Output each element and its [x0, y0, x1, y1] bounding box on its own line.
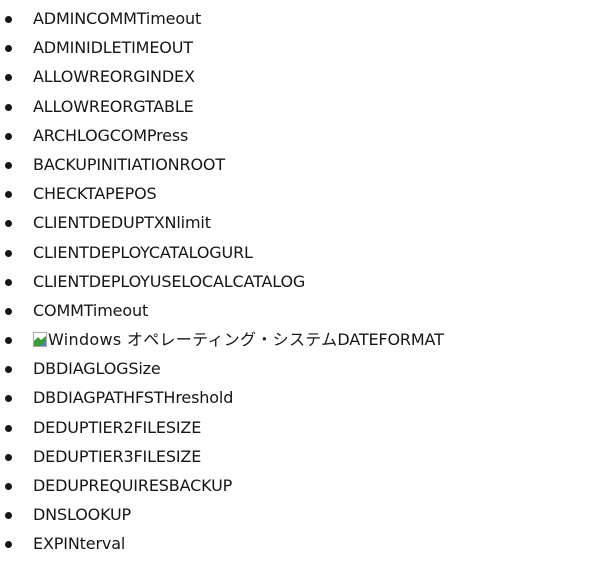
bullet-icon — [5, 132, 12, 140]
bullet-icon — [5, 307, 12, 315]
list-item-allowreorgtable: ALLOWREORGTABLE — [0, 92, 444, 121]
bullet-icon — [5, 74, 12, 82]
list-item-dateformat: Windows オペレーティング・システムDATEFORMAT — [0, 325, 444, 354]
list-item-admincommtimeout: ADMINCOMMTimeout — [0, 4, 444, 33]
bullet-icon — [5, 453, 12, 461]
bullet-icon — [5, 541, 12, 549]
list-item-backupinitiationroot: BACKUPINITIATIONROOT — [0, 150, 444, 179]
bullet-icon — [5, 220, 12, 228]
bullet-icon — [5, 395, 12, 403]
list-item-dnslookup: DNSLOOKUP — [0, 500, 444, 529]
list-item-archlogcompress: ARCHLOGCOMPress — [0, 121, 444, 150]
list-item-clientdeduptxnlimit: CLIENTDEDUPTXNlimit — [0, 208, 444, 237]
bullet-icon — [5, 249, 12, 257]
option-label-dateformat: DATEFORMAT — [337, 330, 444, 350]
list-item-deduptier3filesize: DEDUPTIER3FILESIZE — [0, 442, 444, 471]
option-link-checktapepos[interactable]: CHECKTAPEPOS — [33, 184, 157, 203]
list-item-clientdeploycatalogurl: CLIENTDEPLOYCATALOGURL — [0, 238, 444, 267]
list-item-deduprequiresbackup: DEDUPREQUIRESBACKUP — [0, 471, 444, 500]
option-link-clientdeduptxnlimit[interactable]: CLIENTDEDUPTXNlimit — [33, 213, 211, 232]
option-link-dateformat[interactable]: Windows オペレーティング・システムDATEFORMAT — [48, 330, 444, 349]
option-link-dbdiagpathfsthreshold[interactable]: DBDIAGPATHFSTHreshold — [33, 388, 233, 407]
list-item-expinterval: EXPINterval — [0, 529, 444, 558]
list-item-allowreorgindex: ALLOWREORGINDEX — [0, 62, 444, 91]
option-link-deduptier3filesize[interactable]: DEDUPTIER3FILESIZE — [33, 447, 201, 466]
option-link-adminidletimeout[interactable]: ADMINIDLETIMEOUT — [33, 38, 193, 57]
list-item-checktapepos: CHECKTAPEPOS — [0, 179, 444, 208]
option-link-deduprequiresbackup[interactable]: DEDUPREQUIRESBACKUP — [33, 476, 232, 495]
bullet-icon — [5, 337, 12, 345]
option-link-clientdeploycatalogurl[interactable]: CLIENTDEPLOYCATALOGURL — [33, 243, 253, 262]
option-link-deduptier2filesize[interactable]: DEDUPTIER2FILESIZE — [33, 418, 201, 437]
server-option-list: ADMINCOMMTimeout ADMINIDLETIMEOUT ALLOWR… — [0, 4, 444, 559]
list-item-adminidletimeout: ADMINIDLETIMEOUT — [0, 33, 444, 62]
bullet-icon — [5, 161, 12, 169]
list-item-deduptier2filesize: DEDUPTIER2FILESIZE — [0, 413, 444, 442]
bullet-icon — [5, 278, 12, 286]
list-item-dbdiaglogsize: DBDIAGLOGSize — [0, 354, 444, 383]
option-link-allowreorgindex[interactable]: ALLOWREORGINDEX — [33, 67, 195, 86]
list-item-clientdeployuselocalcatalog: CLIENTDEPLOYUSELOCALCATALOG — [0, 267, 444, 296]
option-link-dnslookup[interactable]: DNSLOOKUP — [33, 505, 131, 524]
option-link-expinterval[interactable]: EXPINterval — [33, 534, 125, 553]
broken-image-icon — [33, 332, 47, 348]
bullet-icon — [5, 483, 12, 490]
option-link-admincommtimeout[interactable]: ADMINCOMMTimeout — [33, 9, 201, 28]
option-link-archlogcompress[interactable]: ARCHLOGCOMPress — [33, 126, 188, 145]
bullet-icon — [5, 366, 12, 374]
option-link-clientdeployuselocalcatalog[interactable]: CLIENTDEPLOYUSELOCALCATALOG — [33, 272, 305, 291]
bullet-icon — [5, 16, 12, 23]
bullet-icon — [5, 424, 12, 432]
option-link-backupinitiationroot[interactable]: BACKUPINITIATIONROOT — [33, 155, 225, 174]
bullet-icon — [5, 45, 12, 53]
option-link-commtimeout[interactable]: COMMTimeout — [33, 301, 148, 320]
option-link-allowreorgtable[interactable]: ALLOWREORGTABLE — [33, 97, 194, 116]
bullet-icon — [5, 191, 12, 199]
os-qualifier-text: Windows オペレーティング・システム — [48, 330, 338, 350]
bullet-icon — [5, 512, 12, 520]
list-item-dbdiagpathfsthreshold: DBDIAGPATHFSTHreshold — [0, 383, 444, 412]
bullet-icon — [5, 103, 12, 111]
option-link-dbdiaglogsize[interactable]: DBDIAGLOGSize — [33, 359, 161, 378]
list-item-commtimeout: COMMTimeout — [0, 296, 444, 325]
